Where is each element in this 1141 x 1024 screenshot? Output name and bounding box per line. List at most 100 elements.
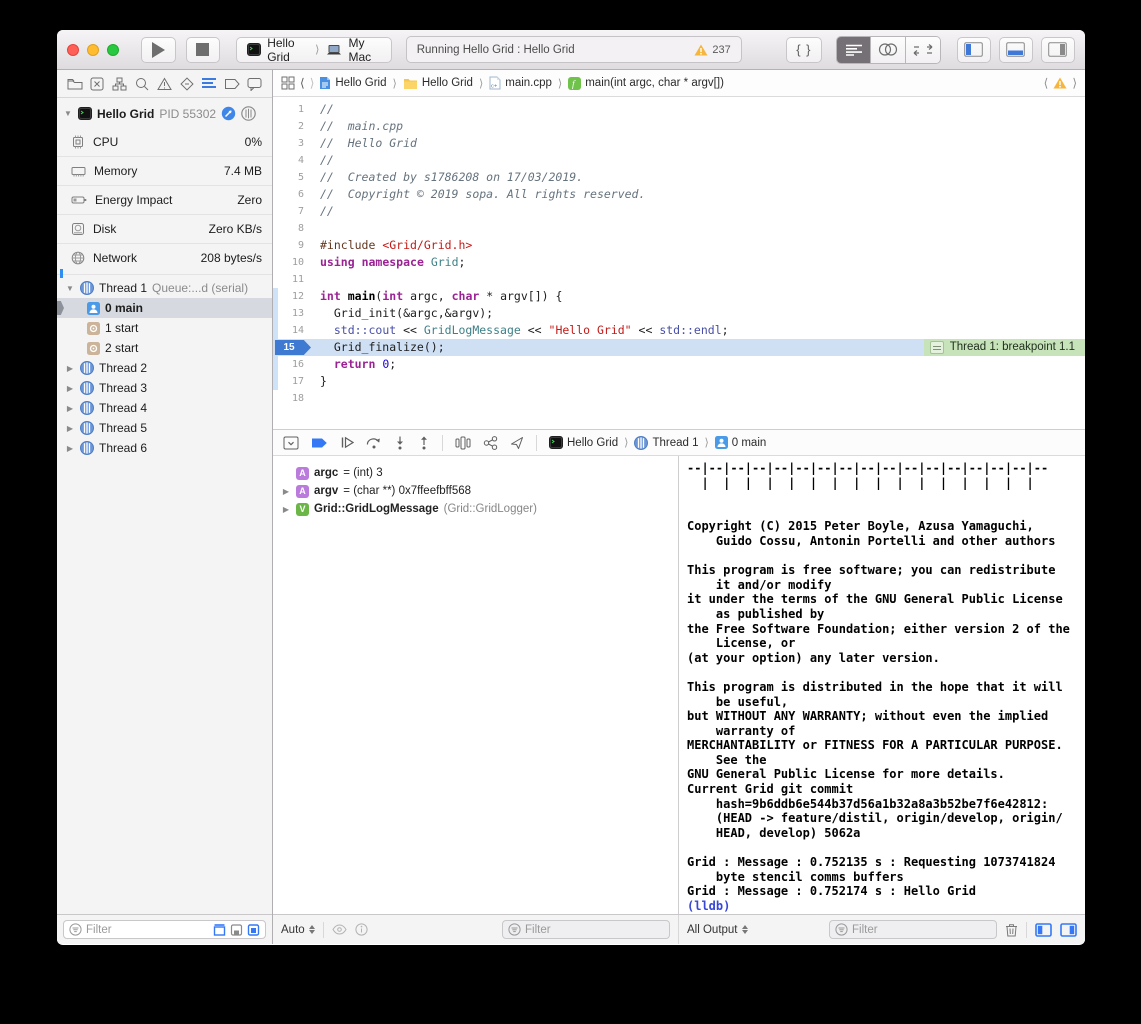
toggle-inspector-button[interactable] bbox=[1041, 37, 1075, 63]
debug-breadcrumb-item[interactable]: Hello Grid bbox=[549, 436, 618, 449]
code-line[interactable]: 12int main(int argc, char * argv[]) { bbox=[273, 288, 1085, 305]
gauge-row-disk[interactable]: DiskZero KB/s bbox=[57, 214, 272, 243]
breadcrumb-item[interactable]: Hello Grid bbox=[319, 76, 386, 90]
previous-issue-button[interactable]: ⟨ bbox=[1044, 76, 1049, 90]
variables-scope-popup[interactable]: Auto bbox=[281, 924, 315, 936]
project-navigator-icon[interactable] bbox=[65, 74, 85, 94]
code-line[interactable]: 8 bbox=[273, 220, 1085, 237]
variables-view[interactable]: Aargc= (int) 3▶Aargv= (char **) 0x7ffeef… bbox=[273, 456, 679, 914]
step-out-button[interactable] bbox=[418, 436, 430, 450]
thread-row[interactable]: ▶Thread 5 bbox=[57, 418, 272, 438]
find-navigator-icon[interactable] bbox=[132, 74, 152, 94]
disclosure-triangle-icon[interactable]: ▼ bbox=[63, 109, 73, 118]
show-crashed-filter-icon[interactable] bbox=[230, 924, 243, 936]
gauge-row-memory[interactable]: Memory7.4 MB bbox=[57, 156, 272, 185]
back-button[interactable]: ⟨ bbox=[300, 76, 305, 90]
code-line[interactable]: 15 Grid_finalize();Thread 1: breakpoint … bbox=[273, 339, 1085, 356]
disclosure-triangle-icon[interactable]: ▶ bbox=[281, 505, 291, 514]
disclosure-triangle-icon[interactable]: ▼ bbox=[65, 284, 75, 293]
disclosure-triangle-icon[interactable]: ▶ bbox=[281, 487, 291, 496]
run-button[interactable] bbox=[141, 37, 176, 63]
variable-row[interactable]: Aargc= (int) 3 bbox=[273, 464, 678, 482]
quicklook-eye-icon[interactable] bbox=[332, 924, 347, 935]
toggle-variables-view-button[interactable] bbox=[1035, 923, 1052, 937]
code-line[interactable]: 9#include <Grid/Grid.h> bbox=[273, 237, 1085, 254]
variables-filter-field[interactable]: Filter bbox=[502, 920, 670, 939]
scheme-selector[interactable]: Hello Grid ⟩ My Mac bbox=[236, 37, 392, 63]
toggle-console-button[interactable] bbox=[1060, 923, 1077, 937]
next-issue-button[interactable]: ⟩ bbox=[1072, 76, 1077, 90]
breakpoint-annotation[interactable]: Thread 1: breakpoint 1.1 bbox=[924, 339, 1085, 356]
thread-row[interactable]: ▶Thread 4 bbox=[57, 398, 272, 418]
gauge-row-network[interactable]: Network208 bytes/s bbox=[57, 243, 272, 272]
assistant-editor-button[interactable] bbox=[871, 37, 905, 63]
console-output[interactable]: --|--|--|--|--|--|--|--|--|--|--|--|--|-… bbox=[679, 456, 1085, 914]
stop-button[interactable] bbox=[186, 37, 221, 63]
breadcrumb-item[interactable]: c+main.cpp bbox=[489, 76, 552, 90]
stack-frame-row[interactable]: 2 start bbox=[57, 338, 272, 358]
hide-debug-area-button[interactable] bbox=[283, 436, 299, 450]
symbol-navigator-icon[interactable] bbox=[110, 74, 130, 94]
disclosure-triangle-icon[interactable]: ▶ bbox=[65, 424, 75, 433]
warning-count[interactable]: 237 bbox=[694, 44, 730, 56]
info-icon[interactable] bbox=[355, 923, 368, 936]
source-editor[interactable]: 1//2// main.cpp3// Hello Grid4//5// Crea… bbox=[273, 97, 1085, 429]
forward-button[interactable]: ⟩ bbox=[310, 76, 315, 90]
disclosure-triangle-icon[interactable]: ▶ bbox=[65, 444, 75, 453]
code-line[interactable]: 4// bbox=[273, 152, 1085, 169]
thread-row[interactable]: ▶Thread 3 bbox=[57, 378, 272, 398]
breadcrumb-item[interactable]: fmain(int argc, char * argv[]) bbox=[568, 77, 724, 90]
code-line[interactable]: 18 bbox=[273, 390, 1085, 407]
minimize-button[interactable] bbox=[87, 44, 99, 56]
code-line[interactable]: 5// Created by s1786208 on 17/03/2019. bbox=[273, 169, 1085, 186]
console-filter-field[interactable]: Filter bbox=[829, 920, 997, 939]
step-into-button[interactable] bbox=[394, 436, 406, 450]
code-line[interactable]: 3// Hello Grid bbox=[273, 135, 1085, 152]
show-breakpoints-filter-icon[interactable] bbox=[213, 924, 226, 936]
profile-circle-icon[interactable] bbox=[221, 106, 236, 121]
disclosure-triangle-icon[interactable]: ▶ bbox=[65, 384, 75, 393]
report-navigator-icon[interactable] bbox=[244, 74, 264, 94]
code-line[interactable]: 14 std::cout << GridLogMessage << "Hello… bbox=[273, 322, 1085, 339]
console-output-popup[interactable]: All Output bbox=[687, 924, 748, 936]
breakpoint-badge[interactable]: 15 bbox=[275, 340, 311, 355]
issue-navigator-icon[interactable] bbox=[155, 74, 175, 94]
version-editor-button[interactable] bbox=[906, 37, 940, 63]
source-control-navigator-icon[interactable] bbox=[87, 74, 107, 94]
stack-frame-row[interactable]: 0 main bbox=[57, 298, 272, 318]
breakpoint-navigator-icon[interactable] bbox=[222, 74, 242, 94]
code-line[interactable]: 11 bbox=[273, 271, 1085, 288]
threads-view-toggle-icon[interactable] bbox=[241, 106, 256, 121]
code-line[interactable]: 2// main.cpp bbox=[273, 118, 1085, 135]
test-navigator-icon[interactable] bbox=[177, 74, 197, 94]
thread-row[interactable]: ▶Thread 6 bbox=[57, 438, 272, 458]
close-button[interactable] bbox=[67, 44, 79, 56]
thread-row[interactable]: ▶Thread 2 bbox=[57, 358, 272, 378]
process-row[interactable]: ▼ Hello Grid PID 55302 bbox=[57, 98, 272, 127]
debug-view-hierarchy-button[interactable] bbox=[455, 436, 471, 450]
clear-console-button[interactable] bbox=[1005, 923, 1018, 937]
debug-breadcrumb-item[interactable]: Thread 1 bbox=[634, 436, 698, 450]
issue-warning-icon[interactable] bbox=[1053, 77, 1067, 89]
related-items-icon[interactable] bbox=[281, 76, 295, 90]
gauge-row-energy-impact[interactable]: Energy ImpactZero bbox=[57, 185, 272, 214]
standard-editor-button[interactable] bbox=[837, 37, 871, 63]
simulate-location-button[interactable] bbox=[510, 436, 524, 450]
navigator-filter-field[interactable]: Filter bbox=[63, 920, 266, 939]
code-line[interactable]: 16 return 0; bbox=[273, 356, 1085, 373]
breakpoints-toggle-button[interactable] bbox=[311, 437, 328, 449]
breadcrumb-item[interactable]: Hello Grid bbox=[403, 77, 473, 90]
disclosure-triangle-icon[interactable]: ▶ bbox=[65, 364, 75, 373]
zoom-button[interactable] bbox=[107, 44, 119, 56]
stack-frame-row[interactable]: 1 start bbox=[57, 318, 272, 338]
code-line[interactable]: 10using namespace Grid; bbox=[273, 254, 1085, 271]
debug-breadcrumb-item[interactable]: 0 main bbox=[715, 436, 767, 449]
toggle-navigator-button[interactable] bbox=[957, 37, 991, 63]
memory-graph-button[interactable] bbox=[483, 436, 498, 450]
continue-button[interactable] bbox=[340, 436, 354, 449]
variable-row[interactable]: ▶Aargv= (char **) 0x7ffeefbff568 bbox=[273, 482, 678, 500]
code-line[interactable]: 6// Copyright © 2019 sopa. All rights re… bbox=[273, 186, 1085, 203]
code-snippets-button[interactable]: { } bbox=[786, 37, 822, 63]
code-line[interactable]: 1// bbox=[273, 101, 1085, 118]
show-stack-filter-icon[interactable] bbox=[247, 924, 260, 936]
